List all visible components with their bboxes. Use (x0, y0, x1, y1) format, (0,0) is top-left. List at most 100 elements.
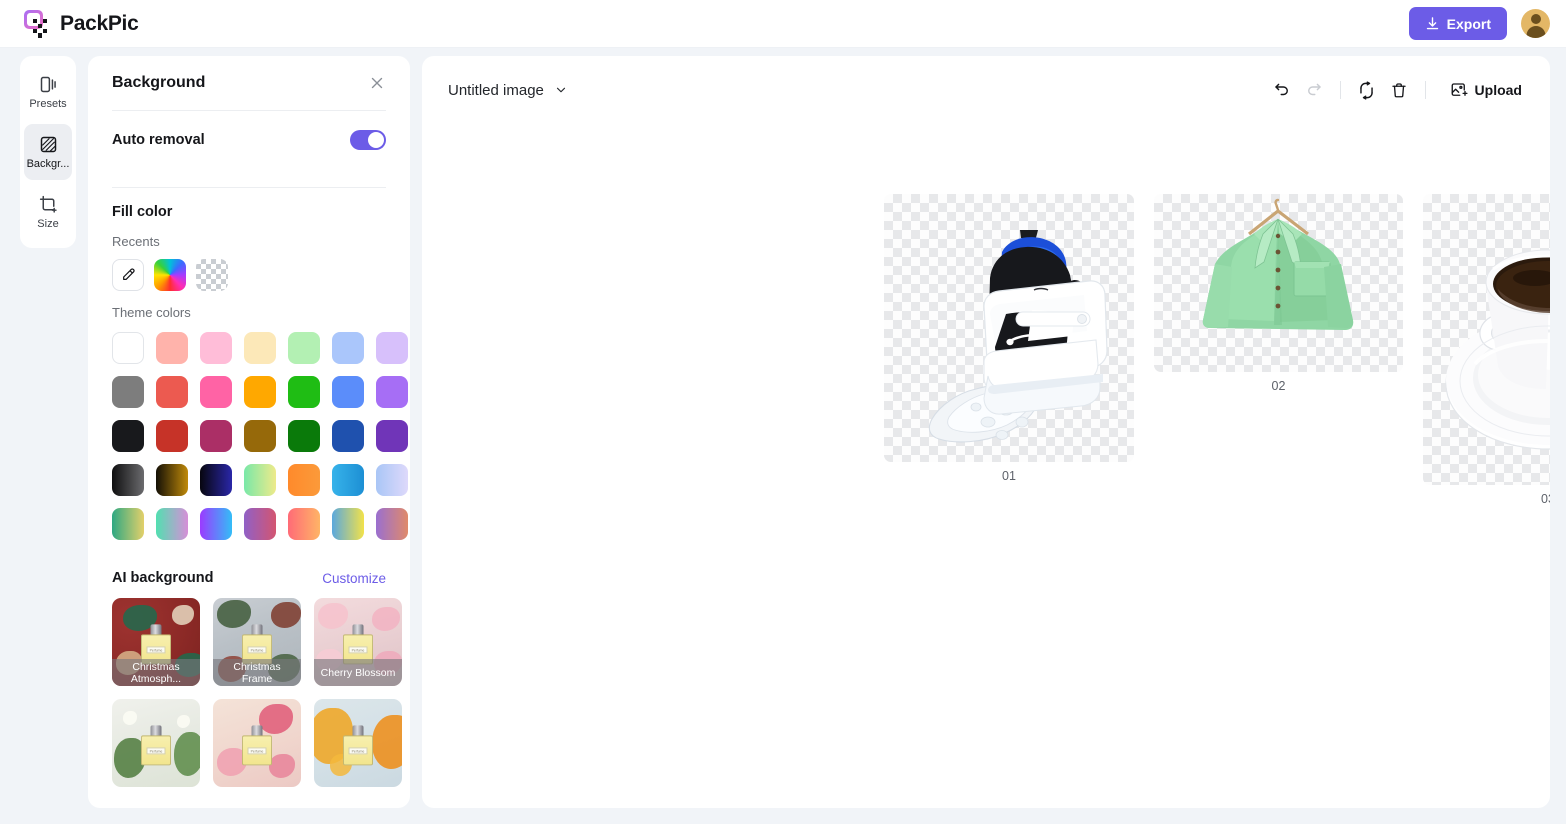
close-icon[interactable] (368, 74, 386, 92)
image-thumbnail[interactable] (1154, 194, 1403, 372)
ai-background-caption: Christmas Atmosph... (112, 659, 200, 686)
add-image-icon (1450, 81, 1468, 99)
theme-color-swatch[interactable] (288, 464, 320, 496)
theme-color-swatch[interactable] (200, 420, 232, 452)
document-title: Untitled image (448, 81, 544, 99)
sidebar-item-size[interactable]: Size (24, 184, 72, 240)
transparent-swatch[interactable] (196, 259, 228, 291)
theme-color-swatch[interactable] (288, 508, 320, 540)
theme-color-swatch[interactable] (376, 332, 408, 364)
theme-color-swatch[interactable] (156, 376, 188, 408)
ai-background-caption: Christmas Frame (213, 659, 301, 686)
theme-color-swatch[interactable] (156, 464, 188, 496)
theme-colors-label: Theme colors (112, 305, 191, 320)
eyedropper-swatch[interactable] (112, 259, 144, 291)
image-thumbnail[interactable] (884, 194, 1134, 462)
brand-name: PackPic (60, 11, 139, 35)
perfume-bottle-icon: Perfume (242, 725, 272, 766)
ai-background-card[interactable]: Perfume Christmas Atmosph... (112, 598, 200, 686)
theme-color-swatch[interactable] (376, 508, 408, 540)
sidebar-item-presets[interactable]: Presets (24, 64, 72, 120)
image-tile[interactable]: 02 (1154, 194, 1403, 393)
image-tile[interactable]: 01 (884, 194, 1134, 483)
theme-color-swatch[interactable] (112, 332, 144, 364)
auto-removal-row: Auto removal (112, 111, 386, 169)
theme-color-swatch[interactable] (200, 376, 232, 408)
theme-color-swatch[interactable] (288, 420, 320, 452)
image-thumbnail[interactable] (1423, 194, 1550, 485)
theme-color-swatch[interactable] (156, 420, 188, 452)
theme-color-swatch[interactable] (332, 332, 364, 364)
ai-background-card[interactable]: Perfume (112, 699, 200, 787)
canvas-toolbar: Untitled image Upload (422, 56, 1550, 106)
app-header: PackPic Export (0, 0, 1566, 48)
recents-swatches (112, 259, 386, 291)
theme-color-swatch[interactable] (244, 464, 276, 496)
export-button[interactable]: Export (1408, 7, 1507, 40)
toolbar-divider (1339, 81, 1341, 99)
theme-color-swatch[interactable] (244, 332, 276, 364)
theme-color-swatch[interactable] (200, 508, 232, 540)
rainbow-swatch[interactable] (154, 259, 186, 291)
theme-color-swatch[interactable] (244, 420, 276, 452)
perfume-bottle-icon: Perfume (343, 725, 373, 766)
theme-color-swatch[interactable] (200, 464, 232, 496)
theme-color-swatch[interactable] (156, 508, 188, 540)
customize-link[interactable]: Customize (322, 571, 386, 586)
ai-background-card[interactable]: Perfume (213, 699, 301, 787)
size-crop-icon (38, 194, 59, 215)
theme-color-swatch[interactable] (376, 376, 408, 408)
theme-color-swatch[interactable] (332, 376, 364, 408)
green-shirt-image (1202, 198, 1354, 330)
theme-color-swatch[interactable] (112, 420, 144, 452)
theme-color-swatch[interactable] (332, 508, 364, 540)
theme-color-swatch[interactable] (112, 464, 144, 496)
sidebar-item-background[interactable]: Backgr... (24, 124, 72, 180)
export-button-label: Export (1446, 15, 1491, 32)
undo-button[interactable] (1266, 74, 1298, 106)
ai-background-card[interactable]: Perfume Christmas Frame (213, 598, 301, 686)
avatar[interactable] (1521, 9, 1550, 38)
download-icon (1425, 16, 1440, 31)
theme-color-grid (112, 332, 408, 540)
theme-color-swatch[interactable] (288, 332, 320, 364)
theme-color-swatch[interactable] (376, 464, 408, 496)
theme-color-swatch[interactable] (244, 376, 276, 408)
ai-background-grid: Perfume Christmas Atmosph... Perfume Christ… (112, 598, 402, 787)
reprocess-button[interactable] (1351, 74, 1383, 106)
toolbar-divider (1424, 81, 1426, 99)
panel-header: Background (112, 74, 386, 92)
sneakers-image (928, 230, 1108, 443)
theme-color-swatch[interactable] (244, 508, 276, 540)
panel-title: Background (112, 74, 206, 91)
theme-color-swatch[interactable] (200, 332, 232, 364)
upload-button[interactable]: Upload (1444, 74, 1528, 106)
upload-button-label: Upload (1474, 82, 1522, 98)
divider (112, 187, 386, 188)
chevron-down-icon[interactable] (554, 83, 568, 97)
theme-color-swatch[interactable] (156, 332, 188, 364)
image-caption: 01 (1002, 469, 1016, 483)
image-caption: 02 (1271, 379, 1286, 393)
ai-background-caption: Cherry Blossom (314, 659, 402, 686)
ai-background-title: AI background (112, 570, 214, 586)
ai-background-card[interactable]: Perfume Cherry Blossom (314, 598, 402, 686)
theme-color-swatch[interactable] (332, 464, 364, 496)
auto-removal-toggle[interactable] (350, 130, 386, 150)
auto-removal-label: Auto removal (112, 132, 205, 148)
background-icon (38, 134, 59, 155)
redo-button[interactable] (1298, 74, 1330, 106)
theme-color-swatch[interactable] (332, 420, 364, 452)
theme-color-swatch[interactable] (288, 376, 320, 408)
canvas-area: Untitled image Upload 01 02 0 (422, 56, 1550, 808)
image-caption: 03 (1541, 492, 1550, 506)
recents-label: Recents (112, 234, 160, 249)
background-panel: Background Auto removal Fill color Recen… (88, 56, 410, 808)
theme-color-swatch[interactable] (376, 420, 408, 452)
perfume-bottle-icon: Perfume (141, 725, 171, 766)
image-tile[interactable]: 03 (1423, 194, 1550, 506)
theme-color-swatch[interactable] (112, 376, 144, 408)
delete-button[interactable] (1383, 74, 1415, 106)
theme-color-swatch[interactable] (112, 508, 144, 540)
ai-background-card[interactable]: Perfume (314, 699, 402, 787)
